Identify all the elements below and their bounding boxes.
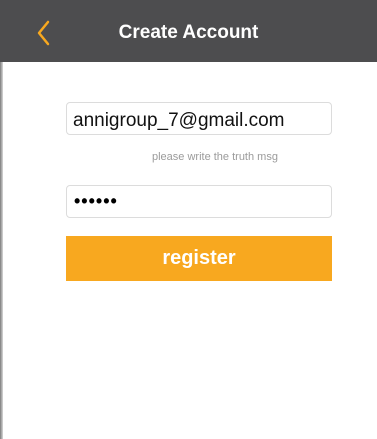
password-value: •••••• [74, 191, 118, 211]
register-button[interactable]: register [66, 236, 332, 281]
email-value: annigroup_7@gmail.com [73, 110, 285, 131]
password-field[interactable]: •••••• [66, 185, 332, 218]
left-edge-shadow [0, 62, 3, 439]
create-account-screen: Create Account annigroup_7@gmail.com ple… [0, 0, 377, 439]
hint-text: please write the truth msg [152, 151, 278, 163]
email-field[interactable]: annigroup_7@gmail.com [66, 102, 332, 135]
nav-bar: Create Account [0, 0, 377, 62]
page-title: Create Account [118, 22, 259, 43]
